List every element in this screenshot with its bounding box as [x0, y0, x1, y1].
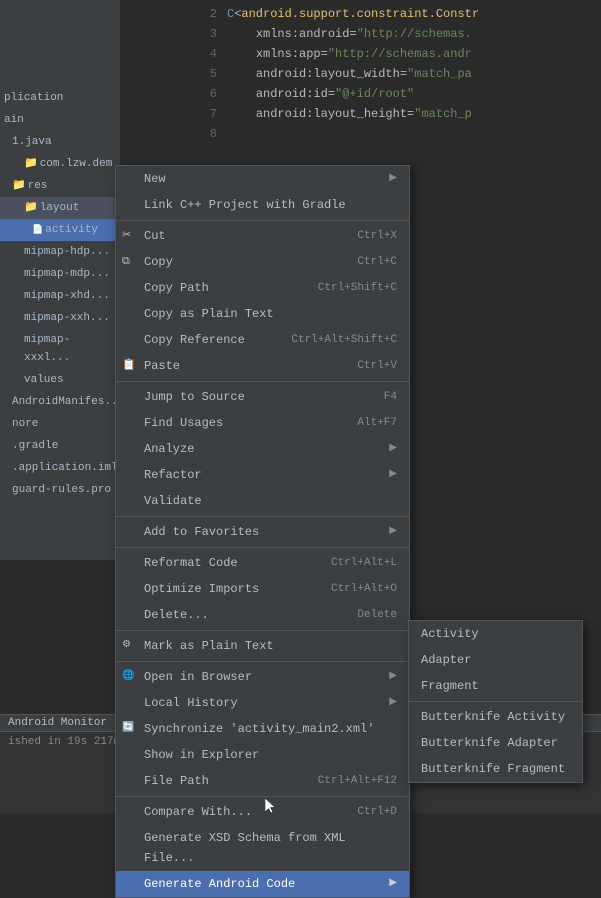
- menu-item-refactor[interactable]: Refactor ▶: [116, 462, 409, 488]
- tree-item-mipmap-xxh[interactable]: mipmap-xxh...: [0, 307, 120, 329]
- menu-item-open-browser[interactable]: 🌐 Open in Browser ▶: [116, 664, 409, 690]
- menu-item-copy-plain[interactable]: Copy as Plain Text: [116, 301, 409, 327]
- activity-file-label: activity: [45, 221, 98, 239]
- submenu-item-fragment[interactable]: Fragment: [409, 673, 582, 699]
- submenu-item-activity[interactable]: Activity: [409, 621, 582, 647]
- menu-item-jump-source[interactable]: Jump to Source F4: [116, 384, 409, 410]
- tree-item-java[interactable]: 1.java: [0, 131, 120, 153]
- code-line-7: 7 android:layout_height="match_p: [193, 104, 593, 124]
- separator-5: [116, 630, 409, 631]
- menu-item-reformat[interactable]: Reformat Code Ctrl+Alt+L: [116, 550, 409, 576]
- tree-item-values[interactable]: values: [0, 369, 120, 391]
- separator-4: [116, 547, 409, 548]
- menu-item-show-explorer[interactable]: Show in Explorer: [116, 742, 409, 768]
- tree-item-mipmap-mdp[interactable]: mipmap-mdp...: [0, 263, 120, 285]
- separator-3: [116, 516, 409, 517]
- code-line-8: 8: [193, 124, 593, 144]
- tree-item-main[interactable]: ain: [0, 109, 120, 131]
- tree-item-activity[interactable]: 📄 activity: [0, 219, 120, 241]
- tree-item-application-iml[interactable]: .application.iml: [0, 457, 120, 479]
- separator-1: [116, 220, 409, 221]
- menu-item-optimize[interactable]: Optimize Imports Ctrl+Alt+O: [116, 576, 409, 602]
- tree-item-mipmap-hdp[interactable]: mipmap-hdp...: [0, 241, 120, 263]
- tree-item-guard-rules[interactable]: guard-rules.pro: [0, 479, 120, 501]
- submenu-item-butterknife-adapter[interactable]: Butterknife Adapter: [409, 730, 582, 756]
- tree-item-androidmanifest[interactable]: AndroidManifes...: [0, 391, 120, 413]
- tree-item-mipmap-xxxl[interactable]: mipmap-xxxl...: [0, 329, 120, 369]
- submenu-item-butterknife-activity[interactable]: Butterknife Activity: [409, 704, 582, 730]
- menu-item-validate[interactable]: Validate: [116, 488, 409, 514]
- menu-item-local-history[interactable]: Local History ▶: [116, 690, 409, 716]
- menu-item-copy[interactable]: ⧉ Copy Ctrl+C: [116, 249, 409, 275]
- menu-item-generate-xsd[interactable]: Generate XSD Schema from XML File...: [116, 825, 409, 871]
- menu-item-mark-plain[interactable]: ⚙ Mark as Plain Text: [116, 633, 409, 659]
- menu-item-new[interactable]: New ▶: [116, 166, 409, 192]
- tree-item-mipmap-xhd[interactable]: mipmap-xhd...: [0, 285, 120, 307]
- tree-item-application[interactable]: plication: [0, 87, 120, 109]
- menu-item-delete[interactable]: Delete... Delete: [116, 602, 409, 628]
- bottom-panel-title: Android Monitor: [8, 717, 107, 729]
- tree-item-gradle[interactable]: .gradle: [0, 435, 120, 457]
- tree-item-package[interactable]: 📁 com.lzw.dem: [0, 153, 120, 175]
- tree-item-layout[interactable]: 📁 layout: [0, 197, 120, 219]
- menu-item-copy-ref[interactable]: Copy Reference Ctrl+Alt+Shift+C: [116, 327, 409, 353]
- tree-item-nore[interactable]: nore: [0, 413, 120, 435]
- separator-7: [116, 796, 409, 797]
- generate-android-submenu: Activity Adapter Fragment Butterknife Ac…: [408, 620, 583, 783]
- menu-item-file-path[interactable]: File Path Ctrl+Alt+F12: [116, 768, 409, 794]
- submenu-separator: [409, 701, 582, 702]
- context-menu: New ▶ Link C++ Project with Gradle ✂ Cut…: [115, 165, 410, 898]
- menu-item-find-usages[interactable]: Find Usages Alt+F7: [116, 410, 409, 436]
- menu-item-analyze[interactable]: Analyze ▶: [116, 436, 409, 462]
- menu-item-generate-android[interactable]: Generate Android Code ▶: [116, 871, 409, 897]
- menu-item-add-favorites[interactable]: Add to Favorites ▶: [116, 519, 409, 545]
- menu-item-link-cpp[interactable]: Link C++ Project with Gradle: [116, 192, 409, 218]
- menu-item-paste[interactable]: 📋 Paste Ctrl+V: [116, 353, 409, 379]
- separator-6: [116, 661, 409, 662]
- submenu-item-adapter[interactable]: Adapter: [409, 647, 582, 673]
- code-line-2: 2 C <android.support.constraint.Constr: [193, 4, 593, 24]
- menu-item-cut[interactable]: ✂ Cut Ctrl+X: [116, 223, 409, 249]
- code-line-5: 5 android:layout_width="match_pa: [193, 64, 593, 84]
- menu-item-compare-with[interactable]: Compare With... Ctrl+D: [116, 799, 409, 825]
- code-line-4: 4 xmlns:app="http://schemas.andr: [193, 44, 593, 64]
- separator-2: [116, 381, 409, 382]
- menu-item-copy-path[interactable]: Copy Path Ctrl+Shift+C: [116, 275, 409, 301]
- submenu-item-butterknife-fragment[interactable]: Butterknife Fragment: [409, 756, 582, 782]
- tree-item-res[interactable]: 📁 res: [0, 175, 120, 197]
- code-line-3: 3 xmlns:android="http://schemas.: [193, 24, 593, 44]
- menu-item-synchronize[interactable]: 🔄 Synchronize 'activity_main2.xml': [116, 716, 409, 742]
- code-line-6: 6 android:id="@+id/root": [193, 84, 593, 104]
